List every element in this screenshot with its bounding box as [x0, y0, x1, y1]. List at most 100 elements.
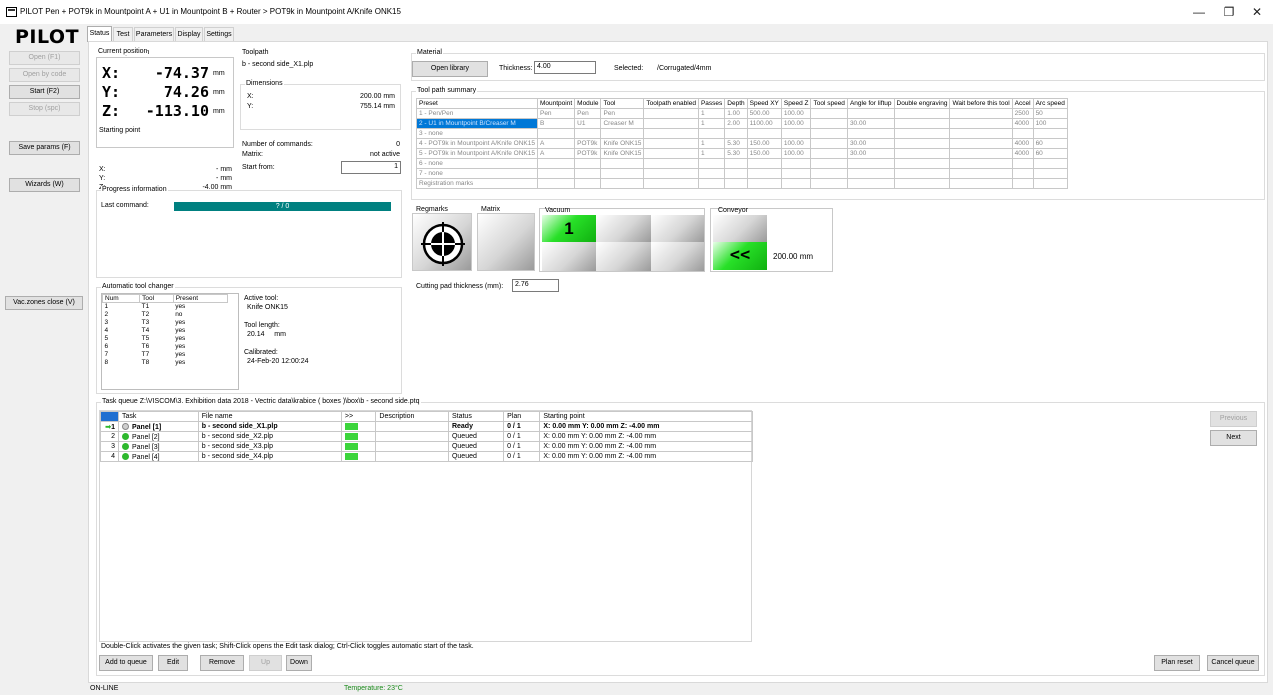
tab-parameters[interactable]: Parameters [134, 27, 174, 41]
tps-header-cell[interactable]: Speed Z [780, 98, 812, 109]
tps-row[interactable]: 2 - U1 in Mountpoint B/Creaser M B U1 Creas… [416, 118, 1068, 129]
table-row[interactable]: ➡1 Panel [1] b - second side_X1.plp Ready 0 … [100, 421, 753, 432]
atc-cell: 5 [104, 335, 109, 342]
tq-header-cell[interactable]: File name [197, 411, 342, 422]
previous-button[interactable]: Previous [1210, 411, 1257, 427]
table-row[interactable]: 2 Panel [2] b - second side_X2.plp Queued 0 … [100, 431, 753, 442]
tps-row[interactable]: 4 - POT9k in Mountpoint A/Knife ONK15 A PO… [416, 138, 1068, 149]
tq-header-cell[interactable]: >> [340, 411, 377, 422]
vac-zones-close-button[interactable]: Vac.zones close (V) [5, 296, 83, 310]
tps-header-cell[interactable]: Angle for liftup [846, 98, 895, 109]
up-button[interactable]: Up [249, 655, 282, 671]
tps-header-cell[interactable]: Mountpoint [536, 98, 576, 109]
tps-row[interactable]: 3 - none [416, 128, 1068, 139]
toolpath-file: b - second side_X1.plp [242, 61, 314, 68]
tps-header-cell[interactable]: Preset [416, 98, 538, 109]
auto-start-icon[interactable] [344, 442, 358, 450]
conveyor-forward[interactable] [713, 215, 767, 242]
remove-button[interactable]: Remove [200, 655, 244, 671]
atc-row[interactable]: 1 T1 yes [103, 303, 228, 311]
open-button[interactable]: Open (F1) [9, 51, 80, 65]
tq-header-cell[interactable]: Starting point [539, 411, 753, 422]
vacuum-zone-6[interactable] [651, 242, 704, 271]
tps-header-cell[interactable]: Tool speed [810, 98, 848, 109]
tq-header-cell[interactable]: Task [118, 411, 199, 422]
tab-display[interactable]: Display [175, 27, 203, 41]
start-button[interactable]: Start (F2) [9, 85, 80, 99]
matrix-tile[interactable] [477, 213, 535, 271]
vacuum-zone-4[interactable] [542, 242, 596, 271]
vacuum-zone-2[interactable] [596, 215, 651, 242]
tps-header-cell[interactable]: Arc speed [1032, 98, 1068, 109]
atc-row[interactable]: 4 T4 yes [103, 327, 228, 335]
conveyor-back-button[interactable]: << [713, 242, 767, 270]
tps-cell [1011, 128, 1034, 139]
atc-table-box: Num Tool Present 1 T1 yes 2 T2 no 3 T3 yes 4 T4 yes 5 T… [101, 293, 239, 390]
tps-header-cell[interactable]: Passes [697, 98, 726, 109]
tps-header-cell[interactable]: Tool [600, 98, 645, 109]
atc-header-cell[interactable]: Num [101, 294, 141, 303]
table-row[interactable]: 4 Panel [4] b - second side_X4.plp Queued 0 … [100, 451, 753, 462]
tps-header-cell[interactable]: Module [574, 98, 602, 109]
cancel-queue-button[interactable]: Cancel queue [1207, 655, 1259, 671]
down-button[interactable]: Down [286, 655, 312, 671]
tps-header-cell[interactable]: Depth [724, 98, 748, 109]
tps-header-cell[interactable]: Double engraving [893, 98, 951, 109]
open-by-code-button[interactable]: Open by code [9, 68, 80, 82]
tq-header-cell[interactable]: Plan [503, 411, 541, 422]
plan-reset-button[interactable]: Plan reset [1154, 655, 1200, 671]
cutting-pad-input[interactable]: 2.76 [512, 279, 559, 292]
tps-row[interactable]: Registration marks [416, 178, 1068, 189]
tps-row[interactable]: 5 - POT9k in Mountpoint A/Knife ONK15 A PO… [416, 148, 1068, 159]
progress-group: Progress information Last command: ? / 0 [96, 186, 402, 278]
tps-cell [1011, 158, 1034, 169]
atc-row[interactable]: 5 T5 yes [103, 335, 228, 343]
atc-table: Num Tool Present 1 T1 yes 2 T2 no 3 T3 yes 4 T4 yes 5 T… [101, 294, 229, 367]
vacuum-zone-5[interactable] [596, 242, 651, 271]
tq-cell: 0 / 1 [503, 431, 541, 442]
next-button[interactable]: Next [1210, 430, 1257, 446]
tq-header-cell[interactable]: Description [375, 411, 449, 422]
close-button[interactable]: ✕ [1242, 4, 1272, 20]
wizards-button[interactable]: Wizards (W) [9, 178, 80, 192]
tps-row[interactable]: 6 - none [416, 158, 1068, 169]
open-library-button[interactable]: Open library [412, 61, 488, 77]
maximize-button[interactable]: ❐ [1214, 4, 1244, 20]
edit-button[interactable]: Edit [158, 655, 188, 671]
tab-settings[interactable]: Settings [204, 27, 234, 41]
tps-row[interactable]: 1 - Pen/Pen Pen Pen Pen 1 1.00 500.00 100.00 250… [416, 108, 1068, 119]
tq-cell [375, 451, 449, 462]
tq-header-cell[interactable]: Status [447, 411, 505, 422]
tab-test[interactable]: Test [113, 27, 133, 41]
vacuum-zone-1[interactable]: 1 [542, 215, 596, 242]
atc-row[interactable]: 2 T2 no [103, 311, 228, 319]
table-row[interactable]: 3 Panel [3] b - second side_X3.plp Queued 0 … [100, 441, 753, 452]
auto-start-icon[interactable] [344, 422, 358, 430]
atc-row[interactable]: 3 T3 yes [103, 319, 228, 327]
tps-header-cell[interactable]: Speed XY [746, 98, 782, 109]
atc-header-cell[interactable]: Present [172, 294, 229, 303]
atc-header-cell[interactable]: Tool [139, 294, 174, 303]
auto-start-icon[interactable] [344, 432, 358, 440]
vacuum-zone-3[interactable] [651, 215, 704, 242]
thickness-input[interactable]: 4.00 [534, 61, 596, 74]
atc-row[interactable]: 8 T8 yes [103, 359, 228, 367]
task-status-dot-icon [122, 432, 129, 440]
atc-row[interactable]: 6 T6 yes [103, 343, 228, 351]
tps-header-cell[interactable]: Accel [1011, 98, 1034, 109]
auto-start-icon[interactable] [344, 452, 358, 460]
tps-row[interactable]: 7 - none [416, 168, 1068, 179]
atc-row[interactable]: 7 T7 yes [103, 351, 228, 359]
tps-header-cell[interactable]: Wait before this tool [949, 98, 1013, 109]
tab-status[interactable]: Status [87, 26, 112, 42]
tq-header-cell[interactable] [100, 411, 119, 422]
tps-header-cell[interactable]: Toolpath enabled [643, 98, 699, 109]
stop-button[interactable]: Stop (spc) [9, 102, 80, 116]
tps-cell [643, 108, 699, 119]
add-to-queue-button[interactable]: Add to queue [99, 655, 153, 671]
start-from-input[interactable]: 1 [341, 161, 401, 174]
save-params-button[interactable]: Save params (F) [9, 141, 80, 155]
regmarks-tile[interactable] [412, 213, 472, 271]
task-number: 1 [111, 423, 115, 431]
minimize-button[interactable]: — [1184, 4, 1214, 20]
